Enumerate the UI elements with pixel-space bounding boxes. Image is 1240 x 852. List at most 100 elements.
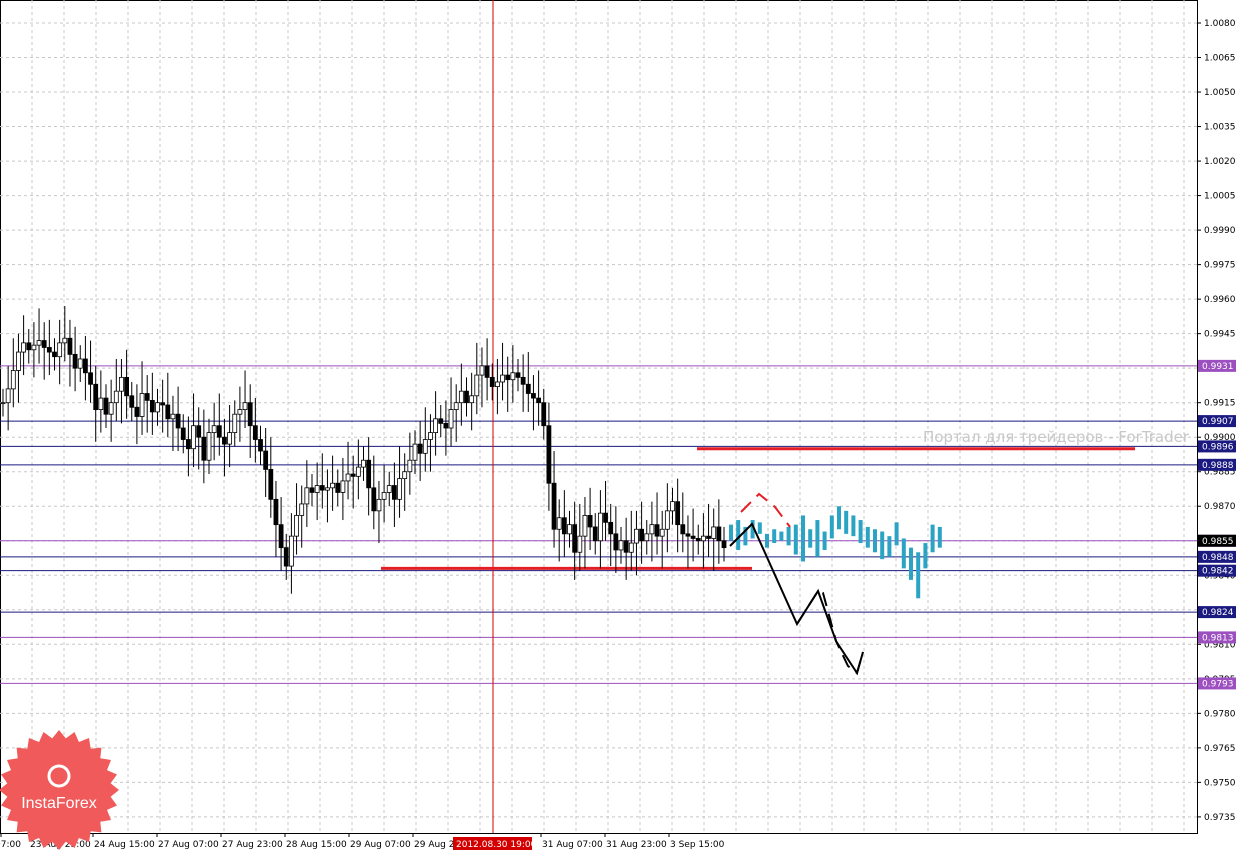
candle-body — [10, 370, 16, 390]
y-tick-label: 1.0035 — [1204, 123, 1236, 133]
candle-body — [690, 535, 696, 539]
candle-body — [299, 503, 305, 516]
candle-body — [664, 510, 670, 530]
candle-body — [515, 372, 521, 378]
y-tick-label: 0.9870 — [1204, 502, 1236, 512]
candle-body — [484, 365, 490, 378]
candle-body — [536, 397, 541, 404]
candle-body — [330, 482, 336, 489]
y-tick-label: 0.9960 — [1204, 295, 1236, 305]
candle-body — [639, 528, 644, 542]
y-tick-label: 1.0050 — [1204, 88, 1236, 98]
candle-body — [294, 515, 299, 537]
candle-body — [474, 374, 480, 397]
candle-body — [196, 425, 202, 438]
y-tick-label: 1.0020 — [1204, 157, 1236, 167]
candle-body — [695, 538, 701, 542]
candle-body — [139, 393, 145, 417]
forecast-bar — [837, 506, 841, 530]
x-tick-label: 24 Aug 15:00 — [94, 840, 155, 850]
forecast-bar — [937, 526, 942, 548]
candle-body — [319, 485, 325, 491]
forecast-bar — [765, 533, 769, 548]
candle-body — [634, 528, 639, 544]
level-price-label: 0.9793 — [1202, 679, 1234, 689]
candle-body — [62, 337, 68, 344]
y-tick-label: 0.9975 — [1204, 261, 1236, 271]
x-tick-label: 27 Aug 07:00 — [158, 840, 219, 850]
candle-body — [26, 342, 32, 351]
candle-body — [649, 524, 655, 535]
forecast-bar — [901, 538, 906, 569]
candle-body — [572, 524, 578, 553]
candle-body — [675, 501, 681, 526]
watermark-text: Портал для трейдеров - ForTrader — [923, 428, 1190, 446]
x-tick-label: 27 Aug 23:00 — [222, 840, 283, 850]
candle-body — [453, 402, 459, 410]
x-tick-label: 3 Sep 15:00 — [670, 840, 725, 850]
candle-body — [304, 487, 310, 505]
candle-body — [428, 432, 433, 440]
forecast-bar — [851, 515, 856, 537]
candle-body — [77, 358, 83, 369]
candle-body — [278, 524, 284, 549]
candle-body — [98, 397, 104, 410]
candle-body — [72, 353, 78, 369]
candle-body — [531, 393, 536, 399]
candle-body — [206, 432, 212, 461]
candle-body — [458, 390, 464, 404]
candle-body — [247, 402, 253, 427]
candle-body — [376, 498, 382, 512]
candle-body — [325, 487, 330, 491]
level-price-label: 0.9888 — [1202, 461, 1234, 471]
forecast-bar — [793, 524, 798, 555]
candle-body — [350, 473, 356, 477]
candle-body — [706, 535, 711, 539]
forecast-bar — [894, 522, 899, 546]
candle-body — [16, 351, 21, 371]
candle-body — [608, 521, 614, 535]
candle-body — [201, 436, 207, 461]
candle-body — [592, 526, 598, 542]
candle-body — [216, 425, 222, 438]
candle-body — [355, 466, 361, 477]
candle-body — [129, 395, 135, 408]
forecast-bar — [880, 531, 885, 560]
forecast-bar — [909, 547, 913, 580]
forecast-bar — [801, 515, 805, 562]
candle-body — [397, 478, 402, 500]
candle-body — [185, 439, 191, 450]
candle-body — [381, 492, 387, 500]
candle-body — [170, 413, 176, 420]
candle-body — [345, 473, 351, 482]
candle-body — [598, 512, 603, 542]
candle-body — [520, 376, 526, 385]
y-tick-label: 0.9915 — [1204, 399, 1236, 409]
crosshair-time-label: 2012.08.30 19:00 — [456, 840, 537, 850]
candle-body — [5, 388, 11, 404]
candle-body — [88, 372, 93, 385]
candle-body — [587, 515, 593, 528]
candle-body — [335, 482, 341, 493]
candle-body — [510, 372, 516, 381]
price-chart: Портал для трейдеров - ForTrader 1.0080 1… — [0, 0, 1236, 850]
candle-body — [191, 425, 196, 450]
candle-body — [0, 402, 6, 405]
candle-body — [149, 399, 155, 413]
chart-window: Портал для трейдеров - ForTrader 1.0080 1… — [0, 0, 1240, 852]
candle-body — [577, 535, 583, 553]
candle-body — [391, 485, 397, 500]
candle-body — [52, 351, 57, 358]
candle-body — [443, 423, 449, 429]
x-tick-label: 31 Aug 07:00 — [542, 840, 603, 850]
candle-body — [119, 376, 124, 392]
candle-body — [701, 535, 706, 542]
candle-body — [165, 404, 171, 420]
candle-body — [582, 515, 588, 537]
price-axis: 1.0080 1.0065 1.0050 1.0035 1.0020 1.0005 0.99… — [1197, 19, 1236, 823]
candle-body — [108, 402, 114, 415]
candle-body — [258, 439, 263, 452]
forecast-bar — [930, 524, 935, 553]
y-tick-label: 1.0080 — [1204, 19, 1236, 29]
candle-body — [711, 526, 717, 539]
